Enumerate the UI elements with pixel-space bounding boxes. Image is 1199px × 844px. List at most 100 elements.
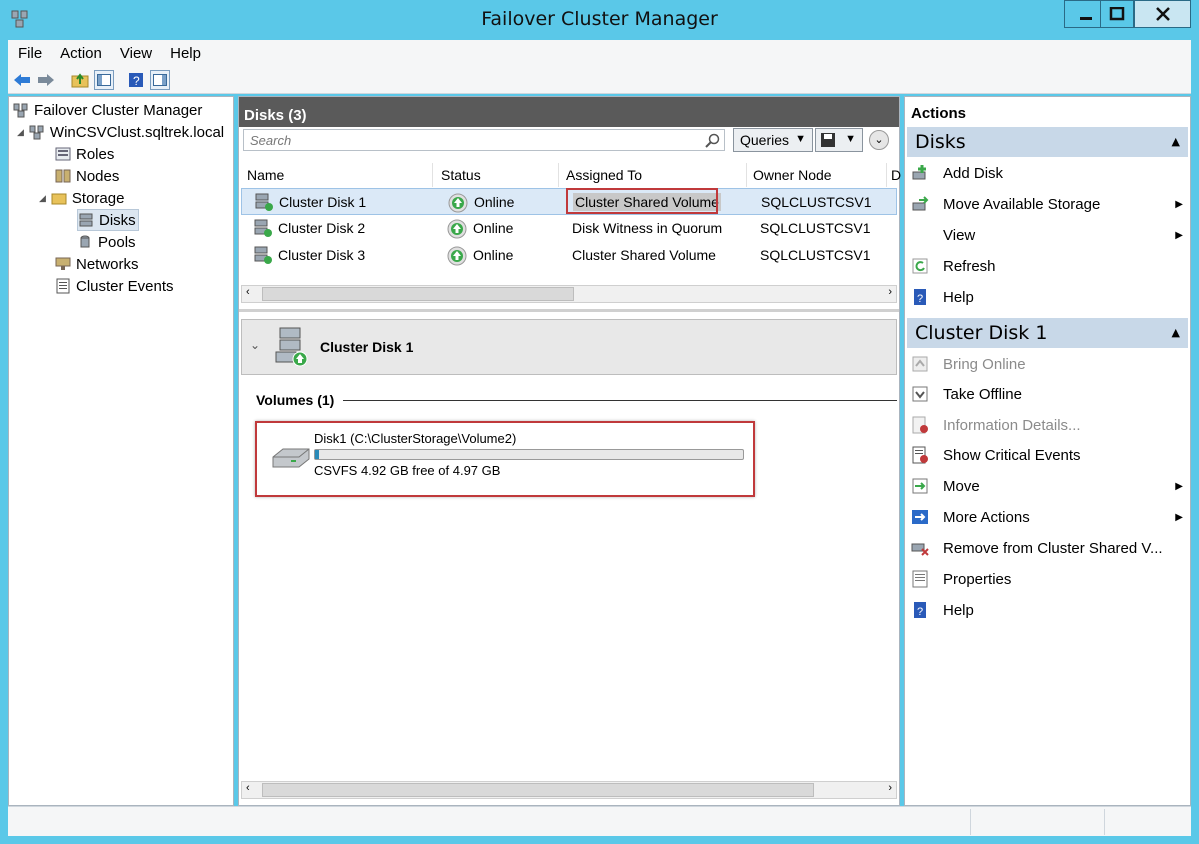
help-icon[interactable]: ? [126,70,146,90]
menu-help[interactable]: Help [170,45,201,62]
section-cluster-disk[interactable]: Cluster Disk 1 ▲ [907,318,1188,348]
navigation-tree: Failover Cluster Manager ◢ WinCSVClust.sq… [8,96,234,806]
info-details-icon [912,416,928,434]
dropdown-arrow-icon: ▼ [845,133,856,145]
actions-pane: Actions Disks ▲ Add Disk Move Available S… [904,96,1191,806]
tree-item-storage[interactable]: ◢ Storage [39,187,124,209]
action-information-details[interactable]: Information Details... [911,413,1187,437]
action-move-available-storage[interactable]: Move Available Storage ▶ [911,192,1187,216]
action-view[interactable]: View ▶ [911,223,1187,247]
column-owner-node[interactable]: Owner Node [747,163,887,187]
cluster-disk-large-icon [275,327,308,367]
column-name[interactable]: Name [241,163,433,187]
svg-text:?: ? [917,293,923,305]
action-refresh[interactable]: Refresh [911,254,1187,278]
roles-icon [55,147,71,161]
action-more-actions[interactable]: More Actions ▶ [911,505,1187,529]
tree-item-disks[interactable]: Disks [77,209,139,231]
detail-horizontal-scrollbar[interactable]: ‹ › [241,781,897,799]
column-status[interactable]: Status [435,163,559,187]
close-button[interactable] [1134,0,1191,28]
scroll-left-icon[interactable]: ‹ [246,286,250,298]
cluster-icon [29,125,44,140]
maximize-button[interactable] [1100,0,1134,28]
scrollbar-thumb[interactable] [262,287,574,301]
disk-icon [254,246,272,264]
table-horizontal-scrollbar[interactable]: ‹ › [241,285,897,303]
scroll-right-icon[interactable]: › [888,782,892,794]
action-properties[interactable]: Properties [911,567,1187,591]
expanded-arrow-icon[interactable]: ◢ [39,193,46,204]
action-add-disk[interactable]: Add Disk [911,161,1187,185]
collapse-up-icon[interactable]: ▲ [1172,326,1180,339]
volume-usage-bar [314,449,744,460]
networks-icon [55,257,71,270]
menu-file[interactable]: File [18,45,42,62]
section-disks[interactable]: Disks ▲ [907,127,1188,157]
table-row[interactable]: Cluster Disk 2 Online Disk Witness in Qu… [241,215,897,242]
action-help-disk[interactable]: ? Help [911,598,1187,622]
disks-pane: Disks (3) Search Queries ▼ ▼ ⌄ Name Statu… [238,96,901,806]
action-bring-online[interactable]: Bring Online [911,352,1187,376]
volumes-title: Volumes (1) [256,392,335,408]
tree-item-root[interactable]: Failover Cluster Manager [13,99,202,121]
tree-item-roles[interactable]: Roles [55,143,114,165]
action-show-critical-events[interactable]: Show Critical Events [911,443,1187,467]
detail-title: Cluster Disk 1 [320,339,414,355]
volume-usage-fill [315,450,320,459]
tree-item-cluster[interactable]: ◢ WinCSVClust.sqltrek.local [17,121,224,143]
tree-item-events[interactable]: Cluster Events [55,275,174,297]
column-assigned-to[interactable]: Assigned To [560,163,747,187]
queries-button[interactable]: Queries ▼ [733,128,813,152]
expanded-arrow-icon[interactable]: ◢ [17,127,24,138]
search-icon[interactable] [705,133,721,149]
divider [970,809,971,835]
search-input[interactable]: Search [243,129,725,151]
show-actions-icon[interactable] [150,69,170,90]
submenu-arrow-icon: ▶ [1175,229,1183,241]
help-icon: ? [914,602,926,618]
close-icon [1155,7,1170,21]
storage-folder-icon [51,193,67,205]
tree-item-pools[interactable]: Pools [77,231,136,253]
scrollbar-thumb[interactable] [262,783,814,797]
save-query-button[interactable]: ▼ [815,128,863,152]
more-actions-icon [912,510,928,524]
divider [1104,809,1105,835]
tree-item-nodes[interactable]: Nodes [55,165,119,187]
online-status-icon [448,193,468,213]
splitter[interactable] [239,309,899,312]
toolbar: ? [8,66,1191,94]
action-help[interactable]: ? Help [911,285,1187,309]
scroll-left-icon[interactable]: ‹ [246,782,250,794]
nodes-icon [55,169,71,183]
disk-icon [254,219,272,237]
action-remove-from-csv[interactable]: Remove from Cluster Shared V... [911,536,1187,560]
menu-view[interactable]: View [120,45,152,62]
back-arrow-icon[interactable] [12,70,32,90]
disks-icon [79,213,93,227]
tree-item-networks[interactable]: Networks [55,253,139,275]
submenu-arrow-icon: ▶ [1175,511,1183,523]
collapse-chevron-icon[interactable]: ⌄ [869,130,889,150]
collapse-up-icon[interactable]: ▲ [1172,135,1180,148]
action-take-offline[interactable]: Take Offline [911,382,1187,406]
column-d[interactable]: D [885,163,901,187]
volume-item[interactable]: Disk1 (C:\ClusterStorage\Volume2) CSVFS … [255,421,755,497]
volume-info: CSVFS 4.92 GB free of 4.97 GB [314,463,501,478]
actions-title: Actions [911,105,967,122]
disk-icon [255,193,273,211]
show-tree-icon[interactable] [94,69,114,90]
menu-action[interactable]: Action [60,45,102,62]
scroll-right-icon[interactable]: › [888,286,892,298]
drive-icon [272,448,310,468]
svg-text:?: ? [917,606,923,618]
online-status-icon [447,219,467,239]
action-move[interactable]: Move ▶ [911,474,1187,498]
properties-icon [912,570,928,588]
collapse-chevron-icon[interactable]: ⌄ [250,338,260,352]
status-bar [8,806,1191,836]
forward-arrow-icon[interactable] [36,70,56,90]
up-folder-icon[interactable] [70,70,90,90]
table-row[interactable]: Cluster Disk 3 Online Cluster Shared Vol… [241,242,897,269]
